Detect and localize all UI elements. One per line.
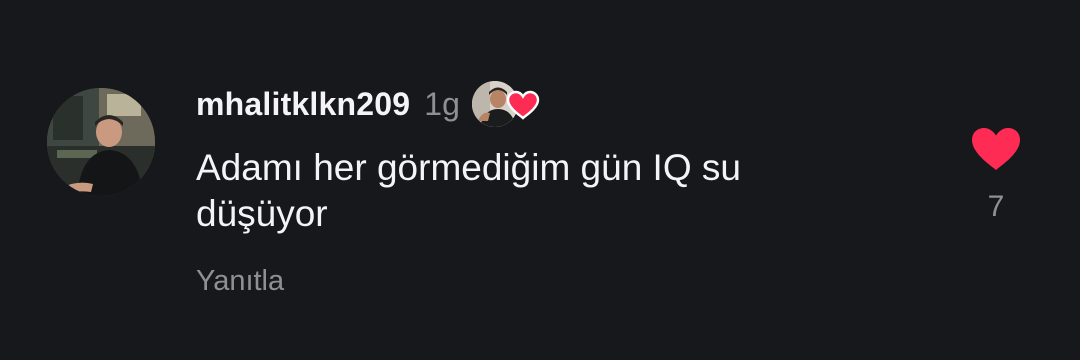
comment-text: Adamı her görmediğim gün IQ su düşüyor (196, 147, 741, 234)
heart-icon[interactable] (970, 126, 1022, 172)
creator-liked-badge (471, 81, 540, 127)
like-area: 7 (966, 126, 1026, 224)
reply-button[interactable]: Yanıtla (196, 265, 284, 298)
comment-header: mhalitklkn209 1g (196, 81, 896, 127)
comment-content: mhalitklkn209 1g Adamı her görmediğim gü… (196, 81, 896, 298)
username[interactable]: mhalitklkn209 (196, 86, 410, 123)
avatar[interactable] (47, 88, 155, 196)
avatar-photo (47, 88, 155, 196)
comment-item: mhalitklkn209 1g Adamı her görmediğim gü… (0, 0, 1080, 360)
comment-time: 1g (424, 85, 460, 122)
like-count: 7 (987, 190, 1005, 223)
heart-icon (506, 90, 540, 120)
comments-panel: mhalitklkn209 1g Adamı her görmediğim gü… (0, 0, 1080, 360)
